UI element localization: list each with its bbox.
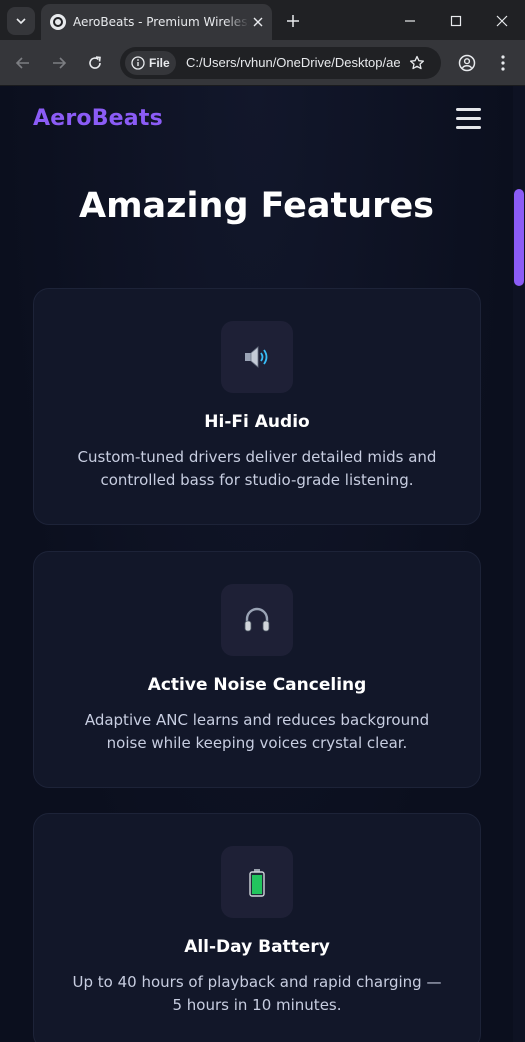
close-icon (496, 15, 508, 27)
url-text[interactable]: C:/Users/rvhun/OneDrive/Desktop/aerobeat… (186, 55, 400, 70)
address-chip-label: File (149, 56, 170, 70)
feature-card: Active Noise Canceling Adaptive ANC lear… (33, 551, 481, 788)
favicon-icon (50, 14, 66, 30)
minimize-button[interactable] (396, 7, 424, 35)
close-icon (253, 17, 263, 27)
plus-icon (287, 15, 299, 27)
browser-chrome: AeroBeats - Premium Wireless Headphones (0, 0, 525, 86)
hamburger-line (456, 126, 481, 129)
minimize-icon (405, 20, 415, 22)
back-button[interactable] (9, 49, 37, 77)
arrow-right-icon (53, 57, 67, 69)
headphones-icon (244, 607, 270, 632)
browser-toolbar: File C:/Users/rvhun/OneDrive/Desktop/aer… (0, 40, 525, 86)
profile-icon (458, 54, 476, 72)
info-icon (131, 56, 145, 70)
tab-title: AeroBeats - Premium Wireless Headphones (73, 15, 249, 29)
feature-description: Up to 40 hours of playback and rapid cha… (72, 973, 442, 1014)
feature-title: All-Day Battery (184, 937, 330, 957)
profile-button[interactable] (453, 49, 481, 77)
page-viewport: AeroBeats Amazing Features Hi-Fi Audio C… (0, 86, 513, 1042)
menu-button[interactable] (489, 49, 517, 77)
tab-strip: AeroBeats - Premium Wireless Headphones (0, 0, 525, 40)
section-title: Amazing Features (78, 186, 435, 226)
active-tab[interactable]: AeroBeats - Premium Wireless Headphones (41, 4, 272, 40)
feature-title: Active Noise Canceling (147, 675, 367, 695)
feature-icon-box (221, 584, 293, 656)
tab-close-button[interactable] (248, 12, 268, 32)
speaker-icon (245, 346, 268, 368)
site-header: AeroBeats (0, 86, 513, 154)
star-icon (409, 55, 425, 70)
site-logo[interactable]: AeroBeats (33, 106, 163, 131)
window-close-button[interactable] (488, 7, 516, 35)
hamburger-line (456, 117, 481, 120)
feature-card: All-Day Battery Up to 40 hours of playba… (33, 813, 481, 1042)
more-vertical-icon (501, 55, 505, 71)
feature-icon-box (221, 321, 293, 393)
feature-title: Hi-Fi Audio (204, 412, 310, 432)
hamburger-menu-button[interactable] (456, 108, 481, 130)
hamburger-line (456, 108, 481, 111)
maximize-icon (450, 15, 462, 27)
forward-button[interactable] (45, 49, 73, 77)
bookmark-button[interactable] (405, 51, 429, 75)
tab-search-button[interactable] (7, 7, 35, 35)
feature-description: Custom-tuned drivers deliver detailed mi… (77, 448, 437, 489)
arrow-left-icon (15, 57, 29, 69)
site-info-chip[interactable]: File (125, 51, 176, 75)
battery-icon (249, 869, 265, 897)
address-bar[interactable]: File C:/Users/rvhun/OneDrive/Desktop/aer… (120, 47, 441, 79)
reload-button[interactable] (81, 49, 109, 77)
chevron-down-icon (16, 18, 26, 25)
feature-icon-box (221, 846, 293, 918)
scrollbar-thumb[interactable] (514, 189, 524, 286)
new-tab-button[interactable] (282, 10, 304, 32)
feature-card: Hi-Fi Audio Custom-tuned drivers deliver… (33, 288, 481, 525)
maximize-button[interactable] (442, 7, 470, 35)
feature-description: Adaptive ANC learns and reduces backgrou… (84, 711, 430, 752)
reload-icon (89, 56, 101, 69)
